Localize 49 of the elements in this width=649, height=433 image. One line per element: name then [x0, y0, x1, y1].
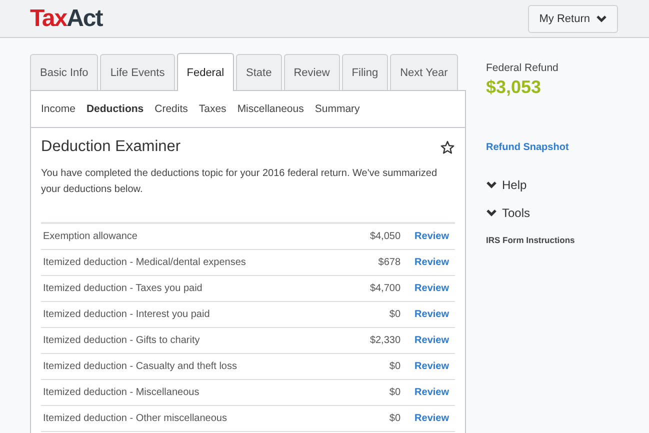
review-link[interactable]: Review	[400, 361, 453, 372]
deduction-amount: $2,330	[368, 335, 401, 346]
chevron-down-icon	[596, 14, 607, 22]
review-link[interactable]: Review	[400, 387, 453, 398]
deduction-amount: $4,700	[368, 283, 401, 294]
subnav-link[interactable]: Credits	[154, 103, 188, 115]
deduction-label: Itemized deduction - Interest you paid	[43, 309, 211, 320]
subnav-link[interactable]: Taxes	[198, 103, 226, 115]
intro-text: You have completed the deductions topic for your 2016 federal return. We've summarized your deductions below.	[41, 166, 455, 224]
logo[interactable]: TaxAct	[30, 4, 102, 32]
review-link[interactable]: Review	[400, 413, 453, 424]
tab[interactable]: State	[236, 54, 282, 90]
deduction-amount: $0	[388, 361, 401, 372]
deduction-amount: $0	[388, 387, 401, 398]
section-toggle[interactable]: Help	[486, 178, 527, 192]
tab[interactable]: Life Events	[100, 54, 175, 90]
deduction-label: Itemized deduction - Miscellaneous	[43, 387, 200, 398]
deduction-label: Itemized deduction - Casualty and theft loss	[43, 361, 238, 372]
subnav-link[interactable]: Summary	[314, 103, 360, 115]
tab[interactable]: Federal	[176, 53, 234, 91]
card-title: Deduction Examiner	[41, 138, 181, 156]
deduction-label: Itemized deduction - Medical/dental expenses	[43, 257, 247, 268]
review-link[interactable]: Review	[400, 257, 453, 268]
tab[interactable]: Next Year	[390, 54, 458, 90]
tab[interactable]: Basic Info	[30, 54, 98, 90]
star-icon[interactable]	[440, 140, 455, 154]
deduction-amount: $678	[377, 257, 401, 268]
deduction-label: Itemized deduction - Other miscellaneous	[43, 413, 228, 424]
deduction-amount: $0	[388, 309, 401, 320]
refund-label: Federal Refund	[486, 62, 558, 74]
review-link[interactable]: Review	[400, 283, 453, 294]
section-toggle[interactable]: Tools	[486, 206, 530, 220]
deduction-label: Itemized deduction - Gifts to charity	[43, 335, 201, 346]
deduction-amount: $0	[388, 413, 401, 424]
tab[interactable]: Review	[284, 54, 340, 90]
tab[interactable]: Filing	[342, 54, 388, 90]
refund-amount: $3,053	[486, 77, 542, 98]
review-link[interactable]: Review	[400, 335, 453, 346]
review-link[interactable]: Review	[400, 309, 453, 320]
review-link[interactable]: Review	[400, 231, 453, 242]
subnav-link[interactable]: Miscellaneous	[237, 103, 304, 115]
refund-snapshot-link[interactable]: Refund Snapshot	[486, 142, 569, 153]
deduction-amount: $4,050	[368, 231, 401, 242]
irs-instructions-link[interactable]: IRS Form Instructions	[486, 235, 575, 245]
subnav-link[interactable]: Income	[41, 103, 76, 115]
subnav-link[interactable]: Deductions	[86, 103, 144, 115]
deduction-label: Itemized deduction - Taxes you paid	[43, 283, 204, 294]
my-return-button[interactable]: My Return	[528, 4, 618, 32]
deduction-label: Exemption allowance	[43, 231, 138, 242]
